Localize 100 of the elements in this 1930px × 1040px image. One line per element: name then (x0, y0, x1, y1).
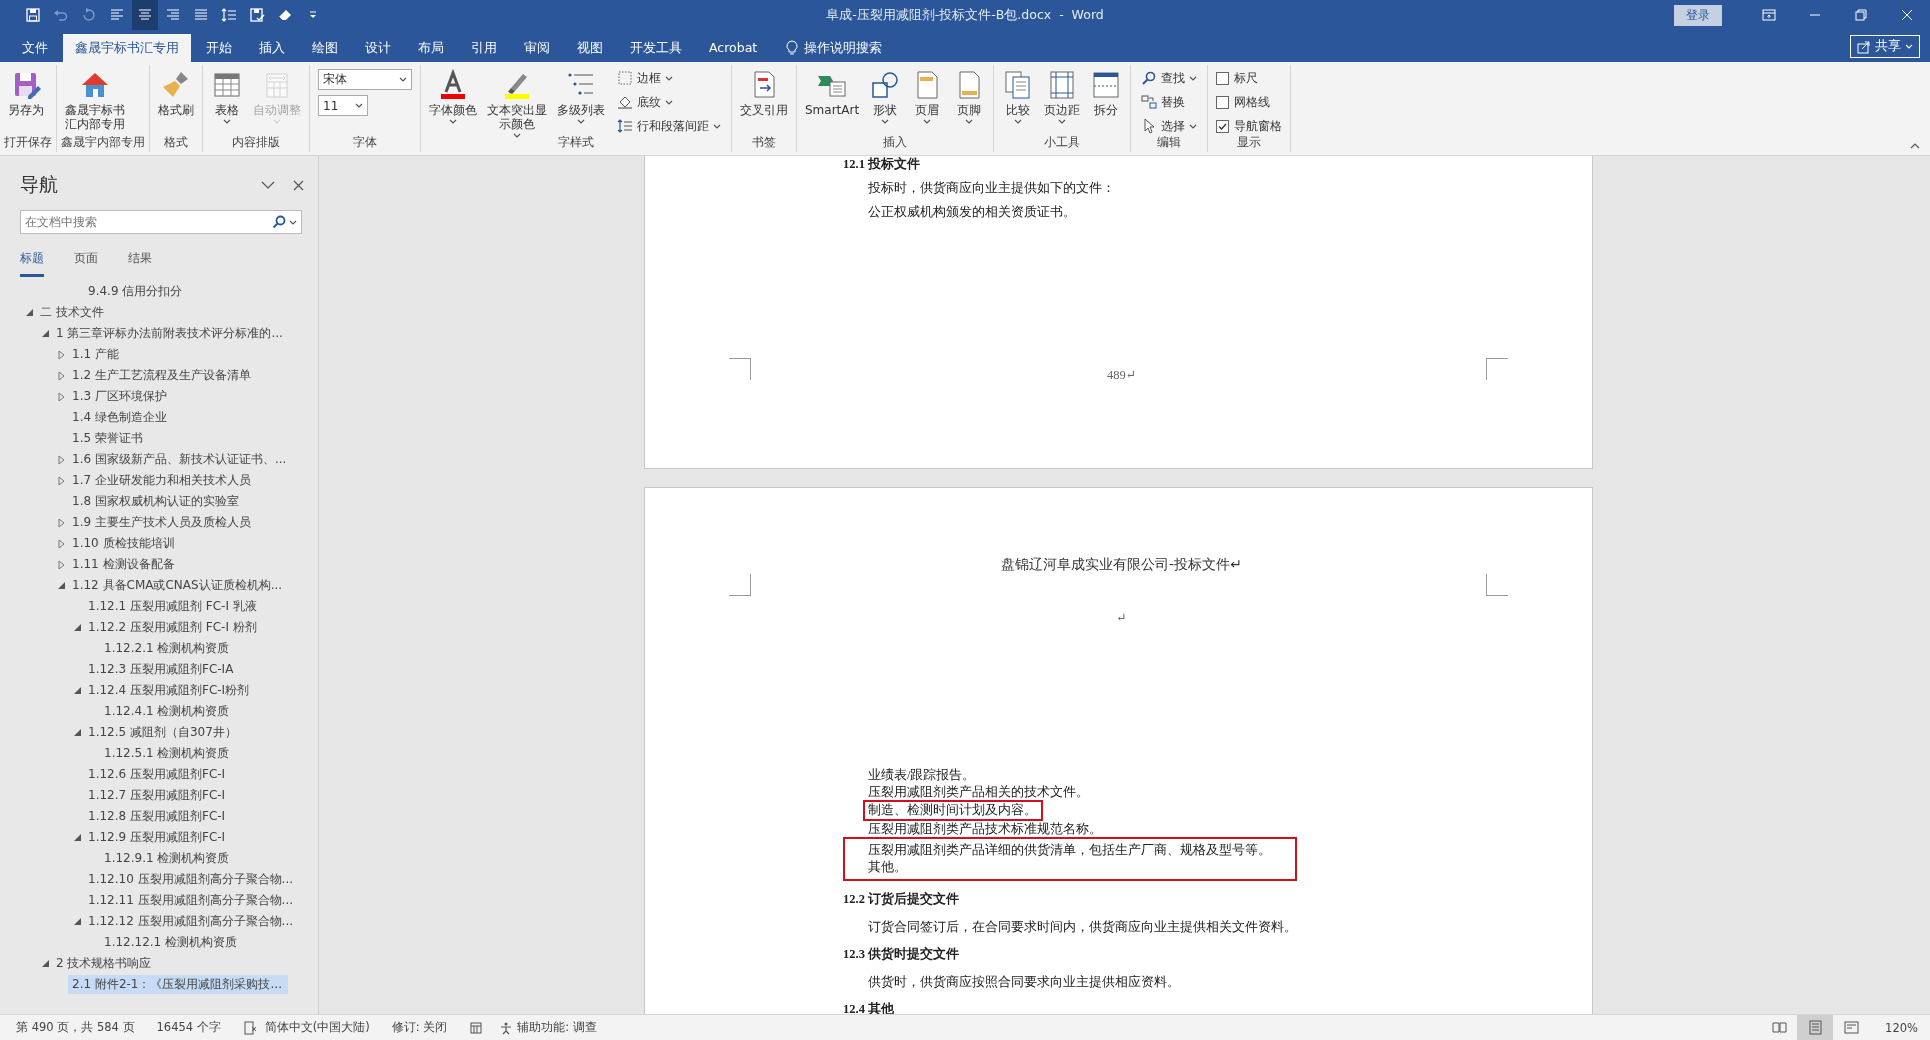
heading-item[interactable]: 1.12.9.1 检测机构资质 (100, 849, 288, 868)
collapsed-triangle-icon[interactable] (57, 559, 65, 570)
page-count[interactable]: 第 490 页，共 584 页 (16, 1020, 135, 1035)
heading-item[interactable]: 1.12.12.1 检测机构资质 (100, 933, 288, 952)
heading-item[interactable]: 1.5 荣誉证书 (68, 429, 288, 448)
ribbon-button[interactable]: 替换 (1139, 91, 1200, 113)
menu-tab[interactable]: 引用 (459, 34, 509, 62)
menu-tab[interactable]: 开始 (194, 34, 244, 62)
menu-tab[interactable]: Acrobat (697, 34, 770, 62)
expanded-triangle-icon[interactable] (73, 729, 81, 736)
heading-item[interactable]: 1.10 质检技能培训 (68, 534, 288, 553)
checkbox[interactable] (1216, 71, 1230, 85)
heading-item[interactable]: 1.12.5 减阻剂（自307井） (84, 723, 288, 742)
heading-item[interactable]: 1.1 产能 (68, 345, 288, 364)
expanded-triangle-icon[interactable] (25, 309, 33, 316)
menu-tab[interactable]: 审阅 (512, 34, 562, 62)
ribbon-button[interactable]: 格式刷 (154, 67, 198, 119)
ribbon-button[interactable]: 拆分 (1086, 67, 1127, 119)
heading-item[interactable]: 1.12.4.1 检测机构资质 (100, 702, 288, 721)
heading-item[interactable]: 1.12.8 压裂用减阻剂FC-I (84, 807, 288, 826)
restore-icon[interactable] (1853, 7, 1869, 23)
font-size-combobox[interactable]: 11 (318, 95, 368, 116)
checkbox[interactable] (1216, 95, 1230, 109)
collapse-ribbon-icon[interactable] (1910, 143, 1920, 149)
heading-item[interactable]: 2 技术规格书响应 (52, 954, 288, 973)
ribbon-button[interactable]: 文本突出显示颜色 (483, 67, 551, 140)
heading-item[interactable]: 1.2 生产工艺流程及生产设备清单 (68, 366, 288, 385)
ribbon-button[interactable]: 另存为 (4, 67, 48, 119)
ribbon-button[interactable]: 交叉引用 (736, 67, 792, 119)
close-icon[interactable] (1899, 7, 1915, 23)
heading-item[interactable]: 1.12.1 压裂用减阻剂 FC-Ⅰ 乳液 (84, 597, 288, 616)
zoom-level[interactable]: 120% (1885, 1020, 1918, 1035)
menu-tab[interactable]: 插入 (247, 34, 297, 62)
ribbon-button[interactable]: 鑫晟宇标书汇内部专用 (61, 67, 129, 133)
heading-item[interactable]: 1.12.9 压裂用减阻剂FC-I (84, 828, 288, 847)
menu-tab[interactable]: 鑫晟宇标书汇专用 (63, 34, 191, 62)
chevron-down-icon[interactable] (261, 181, 275, 189)
accessibility-status[interactable]: 辅助功能: 调查 (517, 1020, 597, 1035)
heading-item[interactable]: 1.3 厂区环境保护 (68, 387, 288, 406)
ribbon-button[interactable]: 选择 (1139, 115, 1200, 137)
heading-item[interactable]: 9.4.9 信用分扣分 (84, 282, 288, 301)
language-indicator[interactable]: 简体中文(中国大陆) (264, 1020, 370, 1035)
ribbon-button[interactable]: 页脚 (949, 67, 990, 126)
pane-tab[interactable]: 标题 (20, 250, 44, 277)
ribbon-button[interactable]: 页眉 (907, 67, 948, 126)
sign-in-button[interactable]: 登录 (1674, 4, 1722, 26)
search-field[interactable]: 在文档中搜索 (20, 210, 302, 234)
heading-item[interactable]: 1.12.7 压裂用减阻剂FC-I (84, 786, 288, 805)
proofing-icon[interactable] (242, 1020, 257, 1035)
menu-tab[interactable]: 绘图 (300, 34, 350, 62)
heading-item[interactable]: 1.12 具备CMA或CNAS认证质检机构... (68, 576, 288, 595)
expanded-triangle-icon[interactable] (73, 624, 81, 631)
font-name-combobox[interactable]: 宋体 (318, 69, 412, 90)
ribbon-button[interactable]: 字体颜色 (425, 67, 481, 126)
track-changes-status[interactable]: 修订: 关闭 (391, 1020, 448, 1035)
heading-item[interactable]: 1 第三章评标办法前附表技术评分标准的... (52, 324, 288, 343)
ribbon-button[interactable]: SmartArt (801, 67, 864, 119)
collapsed-triangle-icon[interactable] (57, 538, 65, 549)
macro-icon[interactable] (469, 1020, 484, 1035)
accessibility-icon[interactable] (499, 1020, 514, 1035)
ribbon-button[interactable]: 形状 (865, 67, 906, 126)
heading-item[interactable]: 1.9 主要生产技术人员及质检人员 (68, 513, 288, 532)
ribbon-button[interactable]: 行和段落间距 (615, 115, 723, 137)
heading-item[interactable]: 1.12.2 压裂用减阻剂 FC-Ⅰ 粉剂 (84, 618, 288, 637)
heading-item[interactable]: 2.1 附件2-1：《压裂用减阻剂采购技... (68, 975, 288, 994)
collapsed-triangle-icon[interactable] (57, 454, 65, 465)
tell-me-search[interactable]: 操作说明搜索 (804, 39, 883, 57)
collapsed-triangle-icon[interactable] (57, 370, 65, 381)
pane-tab[interactable]: 页面 (74, 250, 98, 277)
heading-item[interactable]: 1.7 企业研发能力和相关技术人员 (68, 471, 288, 490)
collapsed-triangle-icon[interactable] (57, 517, 65, 528)
collapsed-triangle-icon[interactable] (57, 475, 65, 486)
heading-item[interactable]: 1.12.11 压裂用减阻剂高分子聚合物... (84, 891, 294, 910)
heading-item[interactable]: 1.8 国家权威机构认证的实验室 (68, 492, 288, 511)
word-count[interactable]: 16454 个字 (156, 1020, 221, 1035)
heading-item[interactable]: 1.12.5.1 检测机构资质 (100, 744, 288, 763)
toolbar-button[interactable] (132, 0, 158, 30)
heading-item[interactable]: 1.12.6 压裂用减阻剂FC-I (84, 765, 288, 784)
ribbon-button[interactable]: 多级列表 (553, 67, 609, 126)
ribbon-button[interactable]: 页边距 (1040, 67, 1085, 126)
heading-item[interactable]: 1.12.12 压裂用减阻剂高分子聚合物... (84, 912, 294, 931)
menu-tab[interactable]: 开发工具 (618, 34, 694, 62)
heading-item[interactable]: 1.12.10 压裂用减阻剂高分子聚合物... (84, 870, 294, 889)
ribbon-button[interactable]: 边框 (615, 67, 723, 89)
heading-item[interactable]: 1.12.2.1 检测机构资质 (100, 639, 288, 658)
view-button[interactable] (1797, 1015, 1834, 1040)
expanded-triangle-icon[interactable] (57, 582, 65, 589)
ribbon-button[interactable]: 查找 (1139, 67, 1200, 89)
menu-tab[interactable]: 布局 (406, 34, 456, 62)
expanded-triangle-icon[interactable] (73, 918, 81, 925)
close-icon[interactable] (293, 179, 304, 191)
expanded-triangle-icon[interactable] (41, 330, 49, 337)
heading-item[interactable]: 1.6 国家级新产品、新技术认证证书、... (68, 450, 288, 469)
heading-item[interactable]: 1.12.3 压裂用减阻剂FC-IA (84, 660, 288, 679)
menu-tab[interactable]: 文件 (10, 34, 60, 62)
expanded-triangle-icon[interactable] (73, 834, 81, 841)
ribbon-display-icon[interactable] (1761, 7, 1777, 23)
ribbon-button[interactable]: 表格 (207, 67, 247, 126)
menu-tab[interactable]: 设计 (353, 34, 403, 62)
checkbox[interactable] (1216, 119, 1230, 133)
